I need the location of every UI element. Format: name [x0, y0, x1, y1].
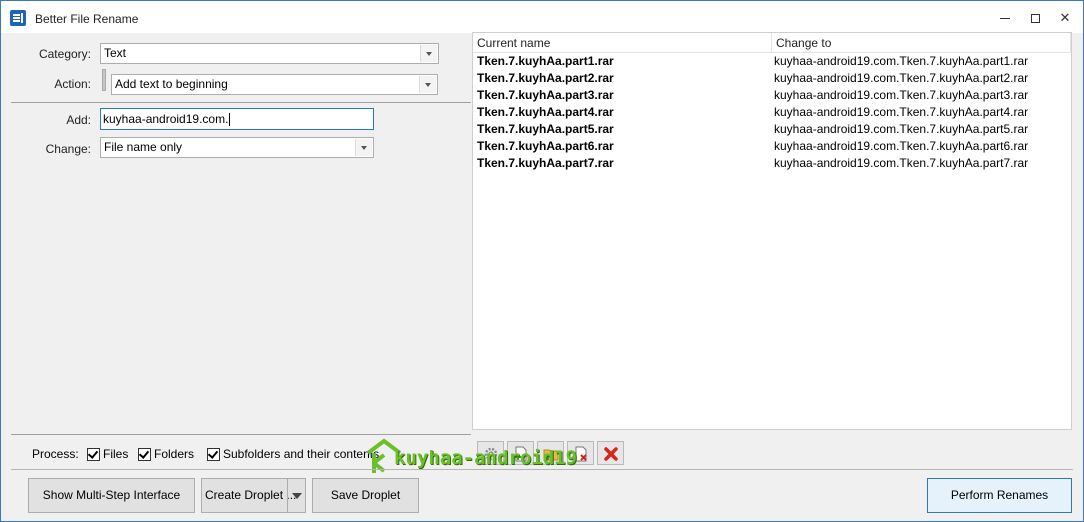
current-name-cell: Tken.7.kuyhAa.part6.rar	[477, 139, 614, 153]
app-window: Better File Rename ✕ Category: Text Acti…	[0, 0, 1084, 522]
action-select[interactable]: Add text to beginning	[111, 74, 438, 95]
subfolders-checkbox[interactable]: Subfolders and their contents	[207, 447, 379, 461]
table-row[interactable]: Tken.7.kuyhAa.part7.rar kuyhaa-android19.…	[473, 155, 1071, 172]
table-row[interactable]: Tken.7.kuyhAa.part3.rar kuyhaa-android19.…	[473, 87, 1071, 104]
create-droplet-button[interactable]: Create Droplet ...	[201, 478, 306, 513]
change-to-cell: kuyhaa-android19.com.Tken.7.kuyhAa.part6…	[774, 139, 1029, 153]
action-label: Action:	[54, 77, 91, 91]
column-change-to[interactable]: Change to	[772, 33, 1071, 53]
table-row[interactable]: Tken.7.kuyhAa.part1.rar kuyhaa-android19.…	[473, 53, 1071, 70]
window-title: Better File Rename	[35, 12, 139, 26]
change-select[interactable]: File name only	[100, 137, 374, 158]
process-label: Process:	[32, 447, 79, 461]
app-icon	[10, 10, 26, 26]
minimize-button[interactable]	[989, 7, 1021, 29]
category-select[interactable]: Text	[100, 43, 439, 64]
change-label: Change:	[45, 142, 91, 156]
add-label: Add:	[66, 113, 91, 127]
current-name-cell: Tken.7.kuyhAa.part1.rar	[477, 54, 614, 68]
change-to-cell: kuyhaa-android19.com.Tken.7.kuyhAa.part3…	[774, 88, 1029, 102]
chevron-down-icon[interactable]	[287, 479, 305, 512]
action-indent-bar	[102, 69, 106, 91]
section-divider	[11, 102, 471, 103]
table-row[interactable]: Tken.7.kuyhAa.part5.rar kuyhaa-android19.…	[473, 121, 1071, 138]
change-to-cell: kuyhaa-android19.com.Tken.7.kuyhAa.part2…	[774, 71, 1029, 85]
files-checkbox[interactable]: Files	[87, 447, 128, 461]
category-value: Text	[104, 46, 127, 60]
current-name-cell: Tken.7.kuyhAa.part5.rar	[477, 122, 614, 136]
close-icon: ✕	[1059, 10, 1071, 25]
perform-renames-button[interactable]: Perform Renames	[927, 478, 1072, 513]
maximize-icon	[1030, 14, 1040, 24]
add-text-value: kuyhaa-android19.com.	[103, 112, 229, 126]
current-name-cell: Tken.7.kuyhAa.part3.rar	[477, 88, 614, 102]
save-droplet-button[interactable]: Save Droplet	[312, 478, 419, 513]
watermark: kuyhaa-android19	[364, 437, 584, 477]
change-to-cell: kuyhaa-android19.com.Tken.7.kuyhAa.part1…	[774, 54, 1029, 68]
folders-checkbox[interactable]: Folders	[138, 447, 194, 461]
add-text-input[interactable]: kuyhaa-android19.com.	[100, 108, 374, 130]
change-to-cell: kuyhaa-android19.com.Tken.7.kuyhAa.part5…	[774, 122, 1029, 136]
create-droplet-label: Create Droplet ...	[205, 488, 297, 502]
delete-icon	[604, 447, 618, 461]
watermark-text: kuyhaa-android19	[394, 447, 578, 469]
show-multi-step-button[interactable]: Show Multi-Step Interface	[28, 478, 195, 513]
change-to-cell: kuyhaa-android19.com.Tken.7.kuyhAa.part4…	[774, 105, 1029, 119]
current-name-cell: Tken.7.kuyhAa.part4.rar	[477, 105, 614, 119]
title-bar: Better File Rename ✕	[1, 1, 1083, 33]
table-row[interactable]: Tken.7.kuyhAa.part2.rar kuyhaa-android19.…	[473, 70, 1071, 87]
change-to-cell: kuyhaa-android19.com.Tken.7.kuyhAa.part7…	[774, 156, 1029, 170]
minimize-icon	[1000, 18, 1010, 20]
chevron-down-icon[interactable]	[355, 139, 372, 156]
process-divider	[11, 434, 471, 435]
column-current-name[interactable]: Current name	[473, 33, 772, 53]
delete-button[interactable]	[597, 441, 624, 465]
bottom-divider	[11, 469, 1073, 470]
current-name-cell: Tken.7.kuyhAa.part7.rar	[477, 156, 614, 170]
file-list[interactable]: Current name Change to Tken.7.kuyhAa.par…	[472, 32, 1072, 430]
maximize-button[interactable]	[1019, 7, 1051, 29]
action-value: Add text to beginning	[115, 77, 228, 91]
change-value: File name only	[104, 140, 183, 154]
chevron-down-icon[interactable]	[420, 45, 437, 62]
text-caret	[229, 113, 231, 127]
current-name-cell: Tken.7.kuyhAa.part2.rar	[477, 71, 614, 85]
category-label: Category:	[38, 47, 91, 61]
table-row[interactable]: Tken.7.kuyhAa.part4.rar kuyhaa-android19.…	[473, 104, 1071, 121]
file-list-header: Current name Change to	[473, 33, 1071, 53]
table-row[interactable]: Tken.7.kuyhAa.part6.rar kuyhaa-android19.…	[473, 138, 1071, 155]
close-button[interactable]: ✕	[1049, 7, 1081, 29]
chevron-down-icon[interactable]	[419, 76, 436, 93]
